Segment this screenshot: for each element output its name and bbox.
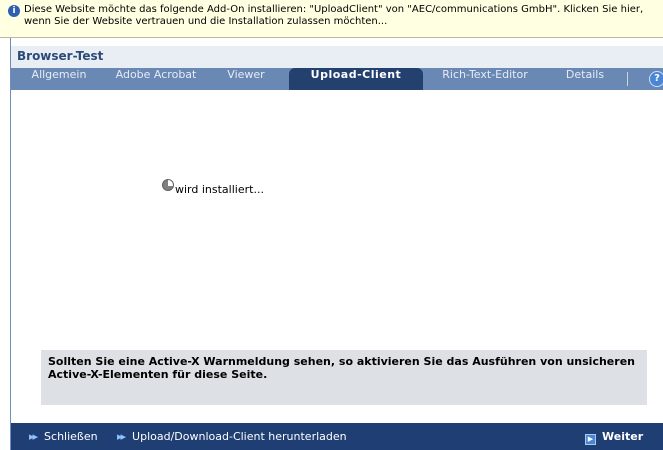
download-client-link[interactable]: ▸▸ Upload/Download-Client herunterladen [117, 430, 347, 443]
spinner-icon [162, 179, 174, 191]
dialog-titlebar: Browser-Test [11, 46, 663, 68]
arrow-right-icon: ▸▸ [29, 430, 38, 443]
dialog-title: Browser-Test [17, 49, 104, 63]
activex-notice: Sollten Sie eine Active-X Warnmeldung se… [41, 350, 647, 405]
download-client-label: Upload/Download-Client herunterladen [132, 430, 347, 443]
activex-notice-text: Sollten Sie eine Active-X Warnmeldung se… [48, 355, 635, 381]
tab-upload-client[interactable]: Upload-Client [289, 68, 423, 90]
information-bar[interactable]: i Diese Website möchte das folgende Add-… [0, 0, 663, 38]
tab-viewer[interactable]: Viewer [219, 68, 273, 90]
help-icon[interactable]: ? [649, 71, 663, 87]
close-link[interactable]: ▸▸ Schließen [29, 430, 98, 443]
arrow-right-icon: ▸▸ [117, 430, 126, 443]
tab-separator [627, 72, 628, 86]
next-icon: ▶ [585, 434, 596, 445]
information-bar-text[interactable]: Diese Website möchte das folgende Add-On… [24, 4, 654, 28]
next-label: Weiter [602, 430, 644, 443]
tab-rich-text-editor[interactable]: Rich-Text-Editor [429, 68, 541, 90]
tab-adobe-acrobat[interactable]: Adobe Acrobat [109, 68, 203, 90]
tab-allgemein[interactable]: Allgemein [25, 68, 93, 90]
info-icon: i [8, 5, 20, 17]
tab-details[interactable]: Details [557, 68, 613, 90]
install-status-text: wird installiert... [175, 183, 264, 196]
footer-bar: ▸▸ Schließen ▸▸ Upload/Download-Client her… [11, 423, 663, 450]
tab-bar: Allgemein Adobe Acrobat Viewer Upload-Cl… [11, 68, 663, 90]
close-label: Schließen [44, 430, 98, 443]
next-button[interactable]: ▶ Weiter [585, 430, 643, 445]
